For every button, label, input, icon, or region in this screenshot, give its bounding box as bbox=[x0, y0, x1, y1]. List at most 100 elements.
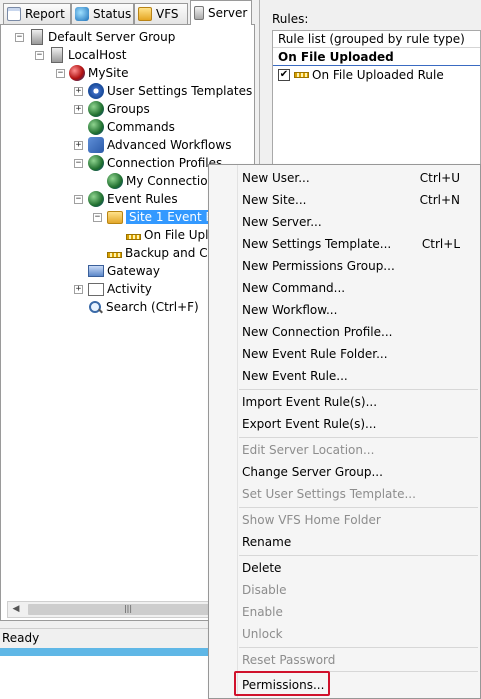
menu-new-workflow[interactable]: New Workflow... bbox=[209, 299, 480, 321]
gateway-icon bbox=[88, 265, 104, 277]
menu-label: New Site... bbox=[242, 193, 307, 207]
menu-label: Unlock bbox=[242, 627, 283, 641]
menu-shortcut: Ctrl+L bbox=[421, 237, 460, 251]
rule-icon bbox=[126, 234, 141, 240]
collapse-toggle[interactable]: − bbox=[15, 33, 24, 42]
menu-label: New Server... bbox=[242, 215, 322, 229]
context-menu[interactable]: New User... Ctrl+U New Site... Ctrl+N Ne… bbox=[208, 164, 481, 699]
menu-label: New Command... bbox=[242, 281, 346, 295]
tree-item-search[interactable]: Search (Ctrl+F) bbox=[88, 298, 199, 316]
tree-label: Backup and Cle bbox=[125, 246, 219, 260]
tree-item-commands[interactable]: Commands bbox=[88, 118, 175, 136]
tree-label: Advanced Workflows bbox=[107, 138, 232, 152]
tab-vfs-label: VFS bbox=[156, 7, 179, 21]
tree-item-localhost[interactable]: LocalHost bbox=[49, 46, 126, 64]
rule-item-label: On File Uploaded Rule bbox=[312, 68, 444, 82]
menu-reset-password: Reset Password bbox=[209, 649, 480, 671]
menu-rename[interactable]: Rename bbox=[209, 531, 480, 553]
tree-label: Search (Ctrl+F) bbox=[106, 300, 199, 314]
tab-report[interactable]: Report bbox=[3, 3, 71, 24]
tree-label: User Settings Templates bbox=[107, 84, 253, 98]
expand-toggle[interactable]: + bbox=[74, 105, 83, 114]
rule-group-label: On File Uploaded bbox=[278, 50, 394, 64]
tree-item-event-rules[interactable]: Event Rules bbox=[88, 190, 178, 208]
tree-item-advanced-workflows[interactable]: Advanced Workflows bbox=[88, 136, 231, 154]
menu-new-event-rule[interactable]: New Event Rule... bbox=[209, 365, 480, 387]
tab-server-label: Server bbox=[208, 6, 248, 20]
workflow-icon bbox=[88, 137, 104, 153]
scroll-thumb[interactable]: ||| bbox=[28, 604, 228, 615]
menu-new-server[interactable]: New Server... bbox=[209, 211, 480, 233]
menu-shortcut: Ctrl+N bbox=[419, 193, 460, 207]
tree-item-mysite[interactable]: MySite bbox=[69, 64, 129, 82]
tree-item-groups[interactable]: Groups bbox=[88, 100, 150, 118]
menu-label: Edit Server Location... bbox=[242, 443, 375, 457]
collapse-toggle[interactable]: − bbox=[56, 69, 65, 78]
tab-status-label: Status bbox=[93, 7, 132, 21]
expand-toggle[interactable]: + bbox=[74, 285, 83, 294]
expand-toggle[interactable]: + bbox=[74, 87, 83, 96]
tree-item-default-server-group[interactable]: Default Server Group bbox=[29, 28, 175, 46]
rule-list[interactable]: Rule list (grouped by rule type) On File… bbox=[272, 30, 481, 170]
connection-profiles-icon bbox=[88, 155, 104, 171]
tree-item-user-settings-templates[interactable]: User Settings Templates bbox=[88, 82, 252, 100]
menu-enable: Enable bbox=[209, 601, 480, 623]
menu-label: New User... bbox=[242, 171, 310, 185]
commands-icon bbox=[88, 119, 104, 135]
status-icon bbox=[75, 7, 89, 21]
menu-label: Disable bbox=[242, 583, 287, 597]
tree-item-activity[interactable]: Activity bbox=[88, 280, 152, 298]
menu-disable: Disable bbox=[209, 579, 480, 601]
rule-icon bbox=[107, 252, 122, 258]
menu-change-server-group[interactable]: Change Server Group... bbox=[209, 461, 480, 483]
tree-item-connection-profiles[interactable]: Connection Profiles bbox=[88, 154, 222, 172]
scroll-left-icon[interactable]: ◀ bbox=[8, 602, 24, 617]
site-globe-icon bbox=[69, 65, 85, 81]
gear-icon bbox=[88, 83, 104, 99]
collapse-toggle[interactable]: − bbox=[35, 51, 44, 60]
menu-new-user[interactable]: New User... Ctrl+U bbox=[209, 167, 480, 189]
tree-label: Default Server Group bbox=[48, 30, 176, 44]
collapse-toggle[interactable]: − bbox=[74, 159, 83, 168]
server-group-icon bbox=[31, 29, 43, 45]
menu-new-connection-profile[interactable]: New Connection Profile... bbox=[209, 321, 480, 343]
menu-new-site[interactable]: New Site... Ctrl+N bbox=[209, 189, 480, 211]
expand-toggle[interactable]: + bbox=[74, 141, 83, 150]
menu-label: New Event Rule... bbox=[242, 369, 348, 383]
menu-import-event-rules[interactable]: Import Event Rule(s)... bbox=[209, 391, 480, 413]
menu-show-vfs-home-folder: Show VFS Home Folder bbox=[209, 509, 480, 531]
tree-label: MySite bbox=[88, 66, 129, 80]
menu-new-permissions-group[interactable]: New Permissions Group... bbox=[209, 255, 480, 277]
server-icon bbox=[194, 6, 204, 20]
menu-label: New Connection Profile... bbox=[242, 325, 393, 339]
report-icon bbox=[7, 7, 21, 21]
collapse-toggle[interactable]: − bbox=[74, 195, 83, 204]
menu-delete[interactable]: Delete bbox=[209, 557, 480, 579]
tab-vfs[interactable]: VFS bbox=[134, 3, 188, 24]
search-icon bbox=[88, 300, 103, 315]
tree-label: LocalHost bbox=[68, 48, 127, 62]
rule-enabled-checkbox[interactable]: ✔ bbox=[278, 69, 290, 81]
tree-item-on-file-uploaded[interactable]: On File Uplo bbox=[126, 226, 216, 244]
menu-label: Export Event Rule(s)... bbox=[242, 417, 377, 431]
tree-item-gateway[interactable]: Gateway bbox=[88, 262, 160, 280]
menu-unlock: Unlock bbox=[209, 623, 480, 645]
menu-new-command[interactable]: New Command... bbox=[209, 277, 480, 299]
collapse-toggle[interactable]: − bbox=[93, 213, 102, 222]
activity-icon bbox=[88, 282, 104, 296]
menu-new-settings-template[interactable]: New Settings Template... Ctrl+L bbox=[209, 233, 480, 255]
menu-label: New Permissions Group... bbox=[242, 259, 395, 273]
connection-globe-icon bbox=[107, 173, 123, 189]
rule-list-header[interactable]: Rule list (grouped by rule type) bbox=[273, 31, 480, 48]
tab-report-label: Report bbox=[25, 7, 65, 21]
rule-list-item[interactable]: ✔ On File Uploaded Rule bbox=[278, 67, 444, 83]
tree-item-my-connection[interactable]: My Connection bbox=[107, 172, 215, 190]
menu-new-event-rule-folder[interactable]: New Event Rule Folder... bbox=[209, 343, 480, 365]
tab-server[interactable]: Server bbox=[190, 0, 252, 25]
menu-export-event-rules[interactable]: Export Event Rule(s)... bbox=[209, 413, 480, 435]
tree-item-backup-and-cleanup[interactable]: Backup and Cle bbox=[107, 244, 218, 262]
event-rules-icon bbox=[88, 191, 104, 207]
tree-label: Activity bbox=[107, 282, 152, 296]
menu-label: Set User Settings Template... bbox=[242, 487, 416, 501]
tab-status[interactable]: Status bbox=[71, 3, 134, 24]
